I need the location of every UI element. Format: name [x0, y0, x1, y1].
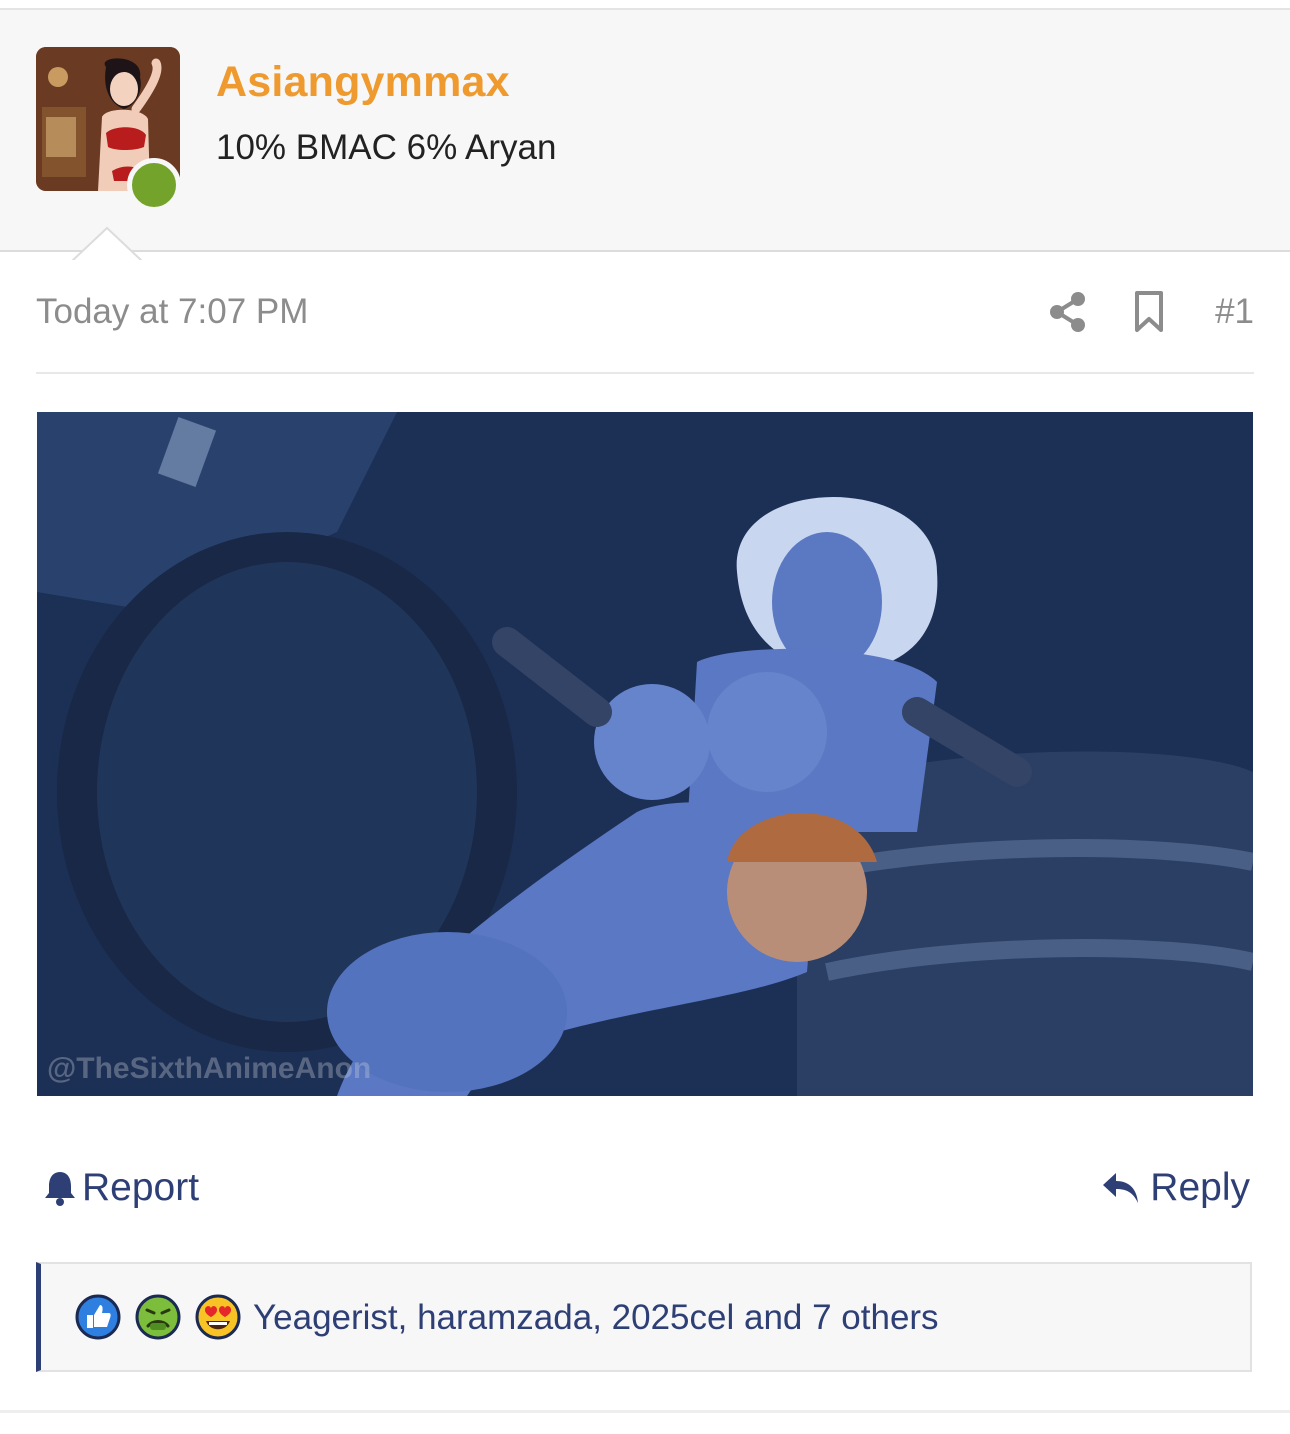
bookmark-icon[interactable]: [1132, 290, 1166, 334]
reactions-summary-link[interactable]: Yeagerist, haramzada, 2025cel and 7 othe…: [253, 1298, 939, 1338]
user-title: 10% BMAC 6% Aryan: [216, 128, 557, 167]
post-actions-bar: Report Reply: [36, 1160, 1254, 1216]
reply-button[interactable]: Reply: [1102, 1166, 1250, 1210]
meta-divider: [36, 372, 1254, 374]
reply-arrow-icon: [1103, 1173, 1139, 1203]
report-label: Report: [82, 1166, 200, 1209]
reactions-bar[interactable]: Yeagerist, haramzada, 2025cel and 7 othe…: [36, 1262, 1252, 1372]
reaction-icons: [75, 1294, 241, 1340]
share-icon[interactable]: [1048, 290, 1088, 334]
like-icon: [75, 1294, 121, 1340]
post-date[interactable]: Today at 7:07 PM: [36, 292, 308, 332]
header-pointer-caret: [72, 226, 142, 262]
online-status-indicator: [127, 158, 181, 212]
post-media-image[interactable]: @TheSixthAnimeAnon: [37, 412, 1253, 1096]
bottom-divider: [0, 1410, 1290, 1413]
heart-eyes-icon: [195, 1294, 241, 1340]
bell-icon: [45, 1172, 75, 1206]
sick-face-icon: [135, 1294, 181, 1340]
post-meta-bar: Today at 7:07 PM #1: [36, 288, 1254, 338]
media-watermark: @TheSixthAnimeAnon: [47, 1052, 372, 1085]
username-link[interactable]: Asiangymmax: [216, 58, 510, 107]
post-author-header: Asiangymmax 10% BMAC 6% Aryan: [0, 10, 1290, 262]
report-button[interactable]: Report: [44, 1166, 199, 1210]
reply-label: Reply: [1150, 1166, 1250, 1209]
post-permalink-number[interactable]: #1: [1215, 292, 1254, 332]
